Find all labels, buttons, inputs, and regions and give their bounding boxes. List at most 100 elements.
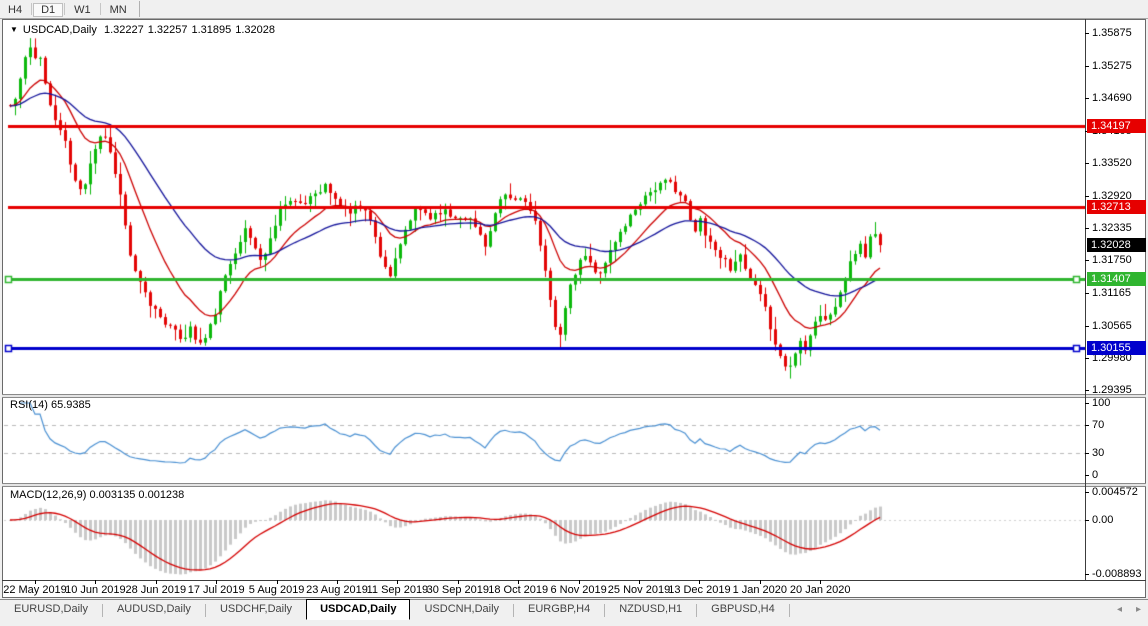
- time-axis[interactable]: 22 May 201910 Jun 201928 Jun 201917 Jul …: [2, 581, 1085, 598]
- tab-scroll-right-icon[interactable]: ▸: [1129, 600, 1148, 615]
- axis-tick: [95, 580, 96, 584]
- rsi-label: RSI(14) 65.9385: [10, 399, 91, 411]
- timeframe-toolbar: H4 D1 W1 MN: [0, 0, 1148, 19]
- tab-separator: [789, 604, 790, 617]
- ohlc-open-value: 1.32227: [104, 24, 144, 36]
- timeframe-tab-w1[interactable]: W1: [66, 3, 99, 17]
- chart-tab-gbpusd[interactable]: GBPUSD,H4: [697, 600, 789, 619]
- axis-tick: [1085, 326, 1089, 327]
- rsi-axis-label: 70: [1092, 419, 1104, 431]
- chart-tab-usdchf[interactable]: USDCHF,Daily: [206, 600, 306, 619]
- axis-tick: [397, 580, 398, 584]
- price-axis-label: 1.34690: [1092, 92, 1132, 104]
- price-axis-label: 1.35875: [1092, 27, 1132, 39]
- date-axis-label: 23 Aug 2019: [306, 584, 368, 596]
- toolbar-group-separator: [139, 1, 140, 17]
- axis-tick: [216, 580, 217, 584]
- macd-axis-label: 0.00: [1092, 514, 1113, 526]
- axis-tick: [820, 580, 821, 584]
- collapse-chart-icon[interactable]: ▼: [10, 25, 18, 34]
- axis-tick: [1085, 358, 1089, 359]
- ohlc-close-value: 1.32028: [235, 24, 275, 36]
- date-axis-label: 11 Sep 2019: [367, 584, 429, 596]
- chart-tab-nzdusd[interactable]: NZDUSD,H1: [605, 600, 696, 619]
- axis-tick: [1085, 228, 1089, 229]
- tab-scroll-left-icon[interactable]: ◂: [1110, 600, 1129, 615]
- axis-tick: [337, 580, 338, 584]
- axis-tick: [1085, 425, 1089, 426]
- price-axis-label: 1.31165: [1092, 287, 1131, 299]
- date-axis-label: 25 Nov 2019: [608, 584, 670, 596]
- axis-tick: [1085, 260, 1089, 261]
- rsi-panel-splitter[interactable]: [2, 394, 1146, 398]
- chart-tab-usdcad[interactable]: USDCAD,Daily: [306, 599, 410, 620]
- toolbar-separator: [64, 3, 65, 15]
- axis-tick: [1085, 293, 1089, 294]
- price-axis-label: 1.29395: [1092, 384, 1132, 396]
- axis-tick: [1085, 453, 1089, 454]
- axis-tick: [1085, 390, 1089, 391]
- axis-tick: [1085, 66, 1089, 67]
- axis-tick: [518, 580, 519, 584]
- rsi-axis-label: 30: [1092, 447, 1104, 459]
- axis-tick: [1085, 33, 1089, 34]
- axis-tick: [156, 580, 157, 584]
- date-axis-label: 20 Jan 2020: [790, 584, 851, 596]
- date-axis-label: 6 Nov 2019: [550, 584, 606, 596]
- price-level-badge: 1.30155: [1087, 341, 1146, 355]
- axis-tick: [1085, 403, 1089, 404]
- axis-tick: [35, 580, 36, 584]
- axis-tick: [1085, 520, 1089, 521]
- macd-label: MACD(12,26,9) 0.003135 0.001238: [10, 489, 184, 501]
- price-axis-label: 1.31750: [1092, 254, 1132, 266]
- chart-symbol-label: USDCAD,Daily: [23, 24, 97, 36]
- axis-tick: [1085, 98, 1089, 99]
- date-axis-label: 28 Jun 2019: [126, 584, 187, 596]
- chart-tab-eurusd[interactable]: EURUSD,Daily: [0, 600, 102, 619]
- price-axis-label: 1.32335: [1092, 222, 1132, 234]
- rsi-axis-label: 100: [1092, 397, 1110, 409]
- ohlc-high-value: 1.32257: [148, 24, 188, 36]
- macd-panel-splitter[interactable]: [2, 483, 1146, 487]
- rsi-axis-label: 0: [1092, 469, 1098, 481]
- axis-tick: [579, 580, 580, 584]
- main-chart-canvas[interactable]: [2, 19, 1085, 394]
- axis-tick: [1085, 196, 1089, 197]
- rsi-indicator-canvas[interactable]: [2, 398, 1085, 483]
- chart-tab-bar: EURUSD,Daily AUDUSD,Daily USDCHF,Daily U…: [0, 599, 1148, 626]
- chart-tab-eurgbp[interactable]: EURGBP,H4: [514, 600, 604, 619]
- axis-tick: [699, 580, 700, 584]
- price-level-badge: 1.31407: [1087, 272, 1146, 286]
- chart-tab-usdcnh[interactable]: USDCNH,Daily: [410, 600, 513, 619]
- date-axis-label: 30 Sep 2019: [427, 584, 489, 596]
- axis-tick: [458, 580, 459, 584]
- axis-tick: [1085, 475, 1089, 476]
- chart-tab-audusd[interactable]: AUDUSD,Daily: [103, 600, 205, 619]
- price-axis-label: 1.33520: [1092, 157, 1132, 169]
- toolbar-separator: [31, 3, 32, 15]
- macd-axis-label: -0.008893: [1092, 568, 1142, 580]
- ohlc-low-value: 1.31895: [191, 24, 231, 36]
- mt4-application-window: H4 D1 W1 MN ▼ USDCAD,Daily 1.32227 1.32257…: [0, 0, 1148, 626]
- axis-tick: [639, 580, 640, 584]
- date-axis-label: 13 Dec 2019: [668, 584, 730, 596]
- date-axis-label: 5 Aug 2019: [249, 584, 305, 596]
- timeframe-tab-d1[interactable]: D1: [33, 3, 63, 17]
- axis-tick: [1085, 492, 1089, 493]
- price-axis-line: [1085, 19, 1086, 580]
- chart-title-bar: ▼ USDCAD,Daily 1.32227 1.322571.31895 1.320…: [10, 24, 279, 36]
- price-level-badge: 1.32713: [1087, 200, 1146, 214]
- axis-tick: [1085, 574, 1089, 575]
- axis-tick: [760, 580, 761, 584]
- price-axis-label: 1.35275: [1092, 60, 1132, 72]
- timeframe-tab-h4[interactable]: H4: [0, 3, 30, 17]
- date-axis-label: 10 Jun 2019: [65, 584, 126, 596]
- date-axis-label: 18 Oct 2019: [488, 584, 548, 596]
- axis-tick: [277, 580, 278, 584]
- timeframe-tab-mn[interactable]: MN: [102, 3, 135, 17]
- date-axis-label: 1 Jan 2020: [733, 584, 787, 596]
- price-axis-label: 1.30565: [1092, 320, 1132, 332]
- price-level-badge: 1.34197: [1087, 119, 1146, 133]
- macd-axis-label: 0.004572: [1092, 486, 1138, 498]
- price-level-badge: 1.32028: [1087, 238, 1146, 252]
